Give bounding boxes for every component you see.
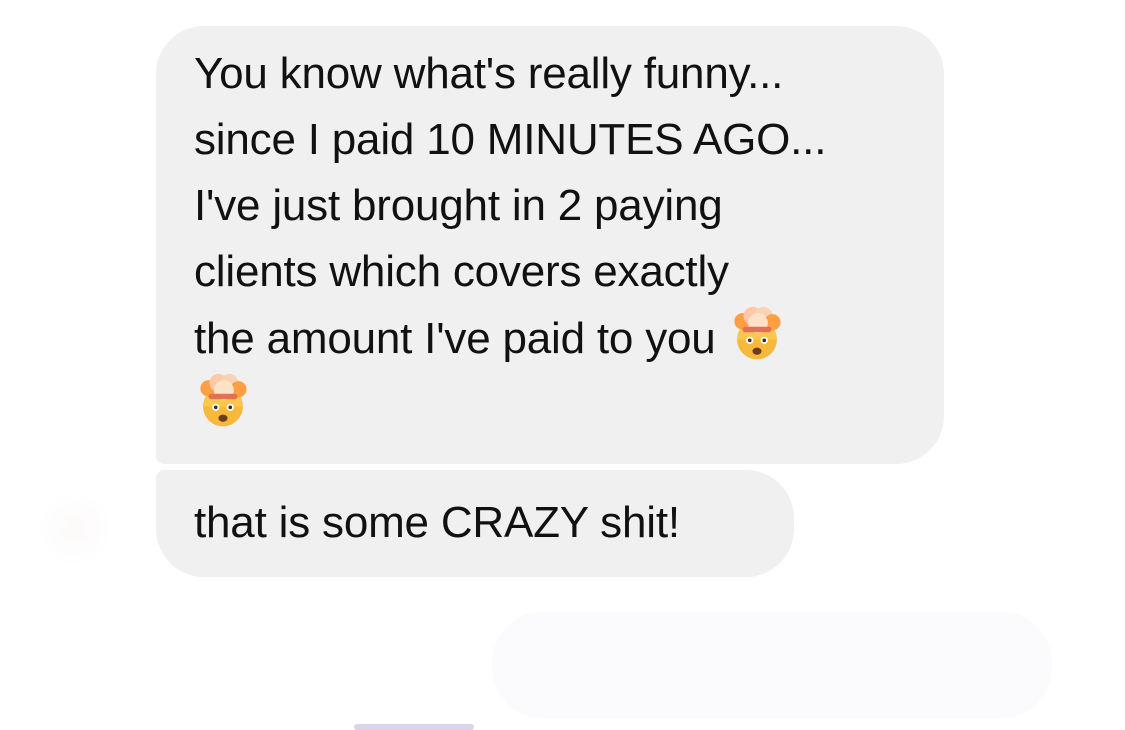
exploding-head-icon	[733, 306, 781, 360]
message-text: I've just brought in 2 paying	[194, 181, 723, 230]
message-bubble[interactable]: You know what's really funny... since I …	[156, 26, 944, 464]
message-text-with-emoji: the amount I've paid to you	[194, 305, 908, 372]
message-bubble[interactable]: that is some CRAZY shit!	[156, 470, 794, 577]
blurred-message-bubble	[492, 612, 1052, 718]
exploding-head-icon	[200, 373, 247, 427]
avatar[interactable]	[38, 492, 112, 566]
message-text: the amount I've paid to you	[194, 314, 716, 363]
blurred-indicator	[354, 724, 474, 730]
message-text: that is some CRAZY shit!	[194, 498, 680, 547]
message-emoji-line	[194, 372, 908, 439]
message-text: You know what's really funny...	[194, 49, 784, 98]
message-text: clients which covers exactly	[194, 247, 729, 296]
message-text: since I paid 10 MINUTES AGO...	[194, 115, 827, 164]
